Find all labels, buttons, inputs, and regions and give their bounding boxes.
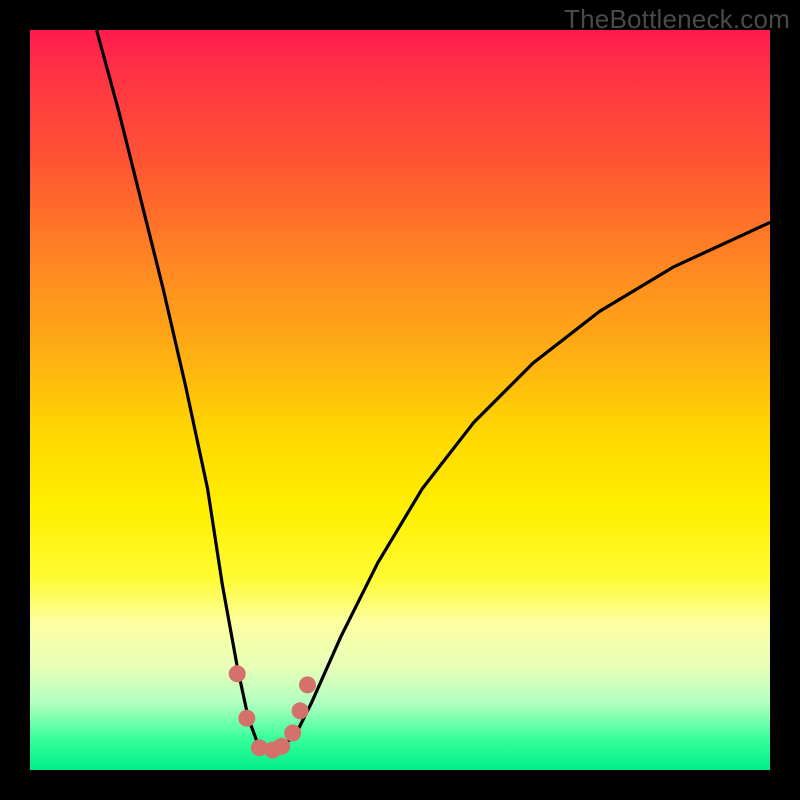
marker-dot — [238, 710, 255, 727]
marker-dot — [292, 702, 309, 719]
highlight-dots — [229, 665, 316, 758]
marker-dot — [284, 725, 301, 742]
bottleneck-curve — [97, 30, 770, 752]
chart-frame: TheBottleneck.com — [0, 0, 800, 800]
marker-dot — [299, 676, 316, 693]
marker-dot — [273, 738, 290, 755]
chart-svg — [30, 30, 770, 770]
plot-area — [30, 30, 770, 770]
marker-dot — [229, 665, 246, 682]
watermark-text: TheBottleneck.com — [564, 4, 790, 35]
